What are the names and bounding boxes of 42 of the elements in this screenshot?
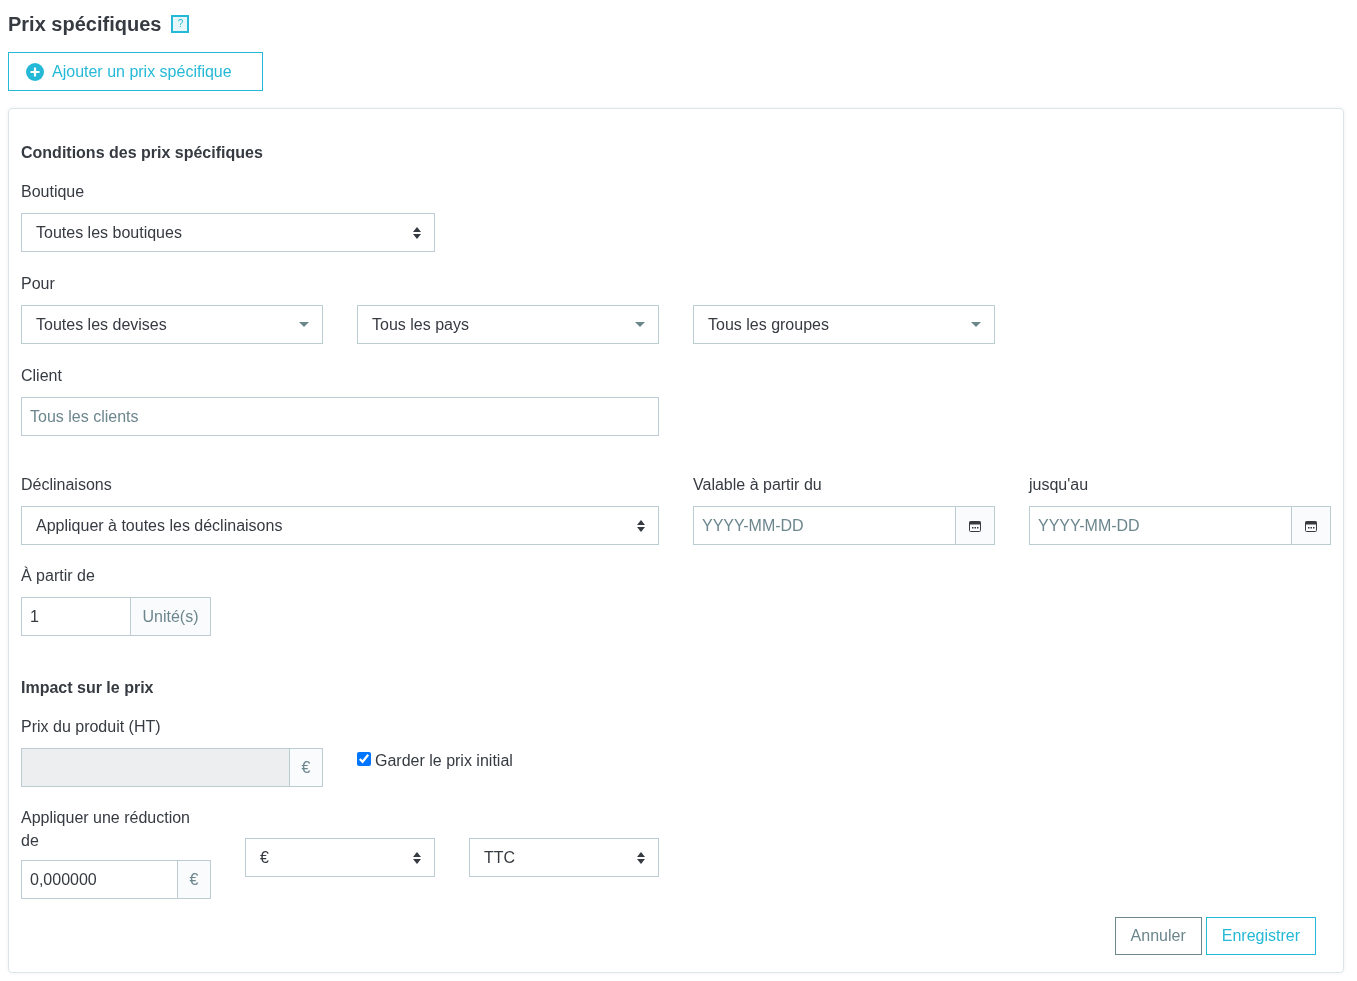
currency-addon: € — [178, 860, 211, 899]
field-label: Boutique — [21, 182, 86, 202]
calendar-icon — [969, 519, 981, 532]
field-label: Déclinaisons — [21, 475, 113, 495]
plus-circle-icon — [26, 62, 44, 81]
date-field[interactable]: YYYY-MM-DD — [1029, 506, 1292, 545]
select-field[interactable]: Tous les groupes — [693, 305, 995, 344]
field-label: À partir de — [21, 565, 96, 586]
up-down-arrow-icon — [637, 851, 645, 864]
select-field[interactable]: € — [245, 838, 435, 877]
select-field[interactable]: TTC — [469, 838, 659, 877]
caret-down-icon — [971, 322, 981, 327]
caret-down-icon — [635, 322, 645, 327]
calendar-button[interactable] — [956, 506, 995, 545]
field-label: Appliquer une réduction de — [21, 808, 191, 851]
caret-down-icon — [299, 322, 309, 327]
field-label: Valable à partir du — [693, 475, 823, 495]
select-field[interactable]: Toutes les boutiques — [21, 213, 435, 252]
customer-search-field[interactable]: Tous les clients — [21, 397, 659, 436]
calendar-button[interactable] — [1292, 506, 1331, 545]
cancel-button[interactable]: Annuler — [1114, 917, 1202, 955]
select-field[interactable]: Appliquer à toutes les déclinaisons — [21, 506, 659, 545]
select-field[interactable]: Toutes les devises — [21, 305, 323, 344]
section-title: Prix spécifiques — [8, 12, 162, 37]
select-field[interactable]: Tous les pays — [357, 305, 659, 344]
calendar-icon — [1305, 519, 1317, 532]
field-label: Prix du produit (HT) — [21, 717, 162, 737]
checkbox-label: Garder le prix initial — [375, 751, 513, 771]
field-label: Pour — [21, 274, 56, 294]
field-label: jusqu'au — [1029, 475, 1090, 495]
currency-addon: € — [290, 748, 323, 787]
discount-field[interactable]: 0,000000 — [21, 860, 178, 899]
keep-price-checkbox[interactable] — [357, 752, 371, 766]
up-down-arrow-icon — [413, 851, 421, 864]
quantity-field[interactable]: 1 — [21, 597, 131, 636]
date-field[interactable]: YYYY-MM-DD — [693, 506, 956, 545]
up-down-arrow-icon — [637, 519, 645, 532]
up-down-arrow-icon — [413, 226, 421, 239]
subsection-heading: Impact sur le prix — [21, 678, 155, 698]
field-label: Client — [21, 366, 63, 386]
unit-addon: Unité(s) — [131, 597, 211, 636]
subsection-heading: Conditions des prix spécifiques — [21, 143, 264, 163]
